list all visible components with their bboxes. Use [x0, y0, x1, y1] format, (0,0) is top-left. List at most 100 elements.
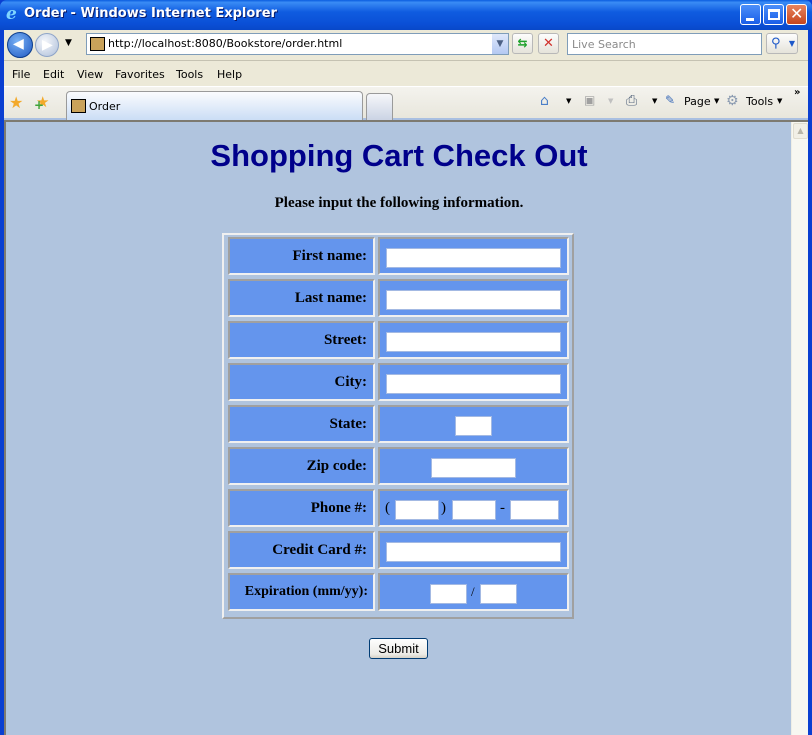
- zip-code-label: Zip code:: [228, 447, 375, 485]
- search-input[interactable]: Live Search: [567, 33, 762, 55]
- print-dropdown-icon[interactable]: ▼: [652, 97, 657, 105]
- form-row-credit-card: Credit Card #:: [228, 531, 572, 569]
- expiration-cell: /: [378, 573, 569, 611]
- menu-favorites[interactable]: Favorites: [115, 68, 165, 81]
- window-title-bar: e Order - Windows Internet Explorer ✕: [0, 0, 812, 30]
- expiration-year-input[interactable]: [480, 584, 517, 604]
- page-icon: ✎: [665, 93, 675, 107]
- address-input[interactable]: http://localhost:8080/Bookstore/order.ht…: [86, 33, 509, 55]
- phone-area-code-input[interactable]: [395, 500, 439, 520]
- tab-command-bar: ★ ★+ Order ⌂ ▼ ▣ ▼ ⎙ ▼ ✎ Page ▼ ⚙ Tools …: [4, 86, 808, 120]
- phone-dash: -: [500, 500, 505, 517]
- phone-label: Phone #:: [228, 489, 375, 527]
- form-row-first-name: First name:: [228, 237, 572, 275]
- tab-favicon-icon: [71, 99, 86, 113]
- form-row-last-name: Last name:: [228, 279, 572, 317]
- last-name-input[interactable]: [386, 290, 561, 310]
- maximize-icon: [768, 9, 780, 20]
- tab-label: Order: [89, 100, 120, 113]
- first-name-input[interactable]: [386, 248, 561, 268]
- street-cell: [378, 321, 569, 359]
- state-label: State:: [228, 405, 375, 443]
- vertical-scrollbar[interactable]: ▲: [791, 122, 808, 735]
- zip-code-input[interactable]: [431, 458, 516, 478]
- street-label: Street:: [228, 321, 375, 359]
- print-icon[interactable]: ⎙: [626, 93, 637, 109]
- tools-menu-button[interactable]: Tools: [746, 95, 773, 108]
- form-row-street: Street:: [228, 321, 572, 359]
- expiration-month-input[interactable]: [430, 584, 467, 604]
- feeds-dropdown-icon: ▼: [608, 97, 613, 105]
- form-row-city: City:: [228, 363, 572, 401]
- credit-card-cell: [378, 531, 569, 569]
- credit-card-input[interactable]: [386, 542, 561, 562]
- first-name-label: First name:: [228, 237, 375, 275]
- first-name-cell: [378, 237, 569, 275]
- address-dropdown-button[interactable]: ▼: [492, 34, 508, 54]
- menu-edit[interactable]: Edit: [43, 68, 64, 81]
- feeds-icon[interactable]: ▣: [584, 93, 595, 107]
- phone-cell: ( ) -: [378, 489, 569, 527]
- close-button[interactable]: ✕: [786, 4, 807, 25]
- back-button[interactable]: ◀: [7, 32, 33, 58]
- submit-button[interactable]: Submit: [369, 638, 428, 659]
- site-favicon-icon: [90, 37, 105, 51]
- recent-pages-dropdown[interactable]: ▼: [65, 38, 72, 48]
- window-title: Order - Windows Internet Explorer: [24, 6, 277, 21]
- page-dropdown-icon[interactable]: ▼: [714, 97, 719, 105]
- street-input[interactable]: [386, 332, 561, 352]
- home-icon[interactable]: ⌂: [540, 93, 549, 109]
- maximize-button[interactable]: [763, 4, 784, 25]
- credit-card-label: Credit Card #:: [228, 531, 375, 569]
- stop-icon: ✕: [543, 36, 554, 51]
- forward-arrow-icon: ▶: [42, 37, 53, 53]
- page-instructions: Please input the following information.: [6, 195, 792, 212]
- form-row-zip: Zip code:: [228, 447, 572, 485]
- checkout-form-table: First name: Last name: Street: City:: [222, 233, 574, 619]
- menu-file[interactable]: File: [12, 68, 30, 81]
- new-tab-button[interactable]: [366, 93, 393, 121]
- home-dropdown-icon[interactable]: ▼: [566, 97, 571, 105]
- page-content: Shopping Cart Check Out Please input the…: [4, 120, 808, 735]
- tools-dropdown-icon[interactable]: ▼: [777, 97, 782, 105]
- minimize-button[interactable]: [740, 4, 761, 25]
- more-commands-chevron-icon[interactable]: »: [794, 87, 800, 98]
- tab-order[interactable]: Order: [66, 91, 363, 121]
- minimize-icon: [746, 18, 754, 21]
- expiration-label: Expiration (mm/yy):: [228, 573, 375, 611]
- phone-open-paren: (: [385, 500, 390, 517]
- city-cell: [378, 363, 569, 401]
- state-input[interactable]: [455, 416, 492, 436]
- last-name-cell: [378, 279, 569, 317]
- refresh-icon: ⇆: [517, 36, 527, 50]
- address-toolbar: ◀ ▶ ▼ http://localhost:8080/Bookstore/or…: [4, 30, 808, 60]
- ie-logo-icon: e: [6, 6, 22, 22]
- menu-view[interactable]: View: [77, 68, 103, 81]
- form-row-expiration: Expiration (mm/yy): /: [228, 573, 572, 611]
- menu-help[interactable]: Help: [217, 68, 242, 81]
- close-icon: ✕: [790, 4, 803, 23]
- add-favorite-icon[interactable]: ★+: [36, 93, 49, 111]
- zip-code-cell: [378, 447, 569, 485]
- phone-line-number-input[interactable]: [510, 500, 559, 520]
- menu-bar: File Edit View Favorites Tools Help: [4, 60, 808, 86]
- scroll-up-button[interactable]: ▲: [793, 123, 808, 139]
- search-options-dropdown-icon[interactable]: ▼: [789, 39, 795, 48]
- refresh-button[interactable]: ⇆: [512, 33, 533, 54]
- search-placeholder: Live Search: [572, 38, 636, 51]
- form-row-phone: Phone #: ( ) -: [228, 489, 572, 527]
- back-arrow-icon: ◀: [13, 36, 24, 52]
- menu-tools[interactable]: Tools: [176, 68, 203, 81]
- stop-button[interactable]: ✕: [538, 33, 559, 54]
- expiration-separator: /: [471, 584, 475, 600]
- city-input[interactable]: [386, 374, 561, 394]
- page-title: Shopping Cart Check Out: [6, 138, 792, 174]
- favorites-center-icon[interactable]: ★: [9, 93, 23, 112]
- search-button[interactable]: ⚲ ▼: [766, 33, 798, 54]
- phone-prefix-input[interactable]: [452, 500, 496, 520]
- forward-button[interactable]: ▶: [35, 33, 59, 57]
- city-label: City:: [228, 363, 375, 401]
- phone-close-paren: ): [441, 500, 446, 517]
- page-menu-button[interactable]: Page: [684, 95, 711, 108]
- address-url: http://localhost:8080/Bookstore/order.ht…: [108, 37, 342, 50]
